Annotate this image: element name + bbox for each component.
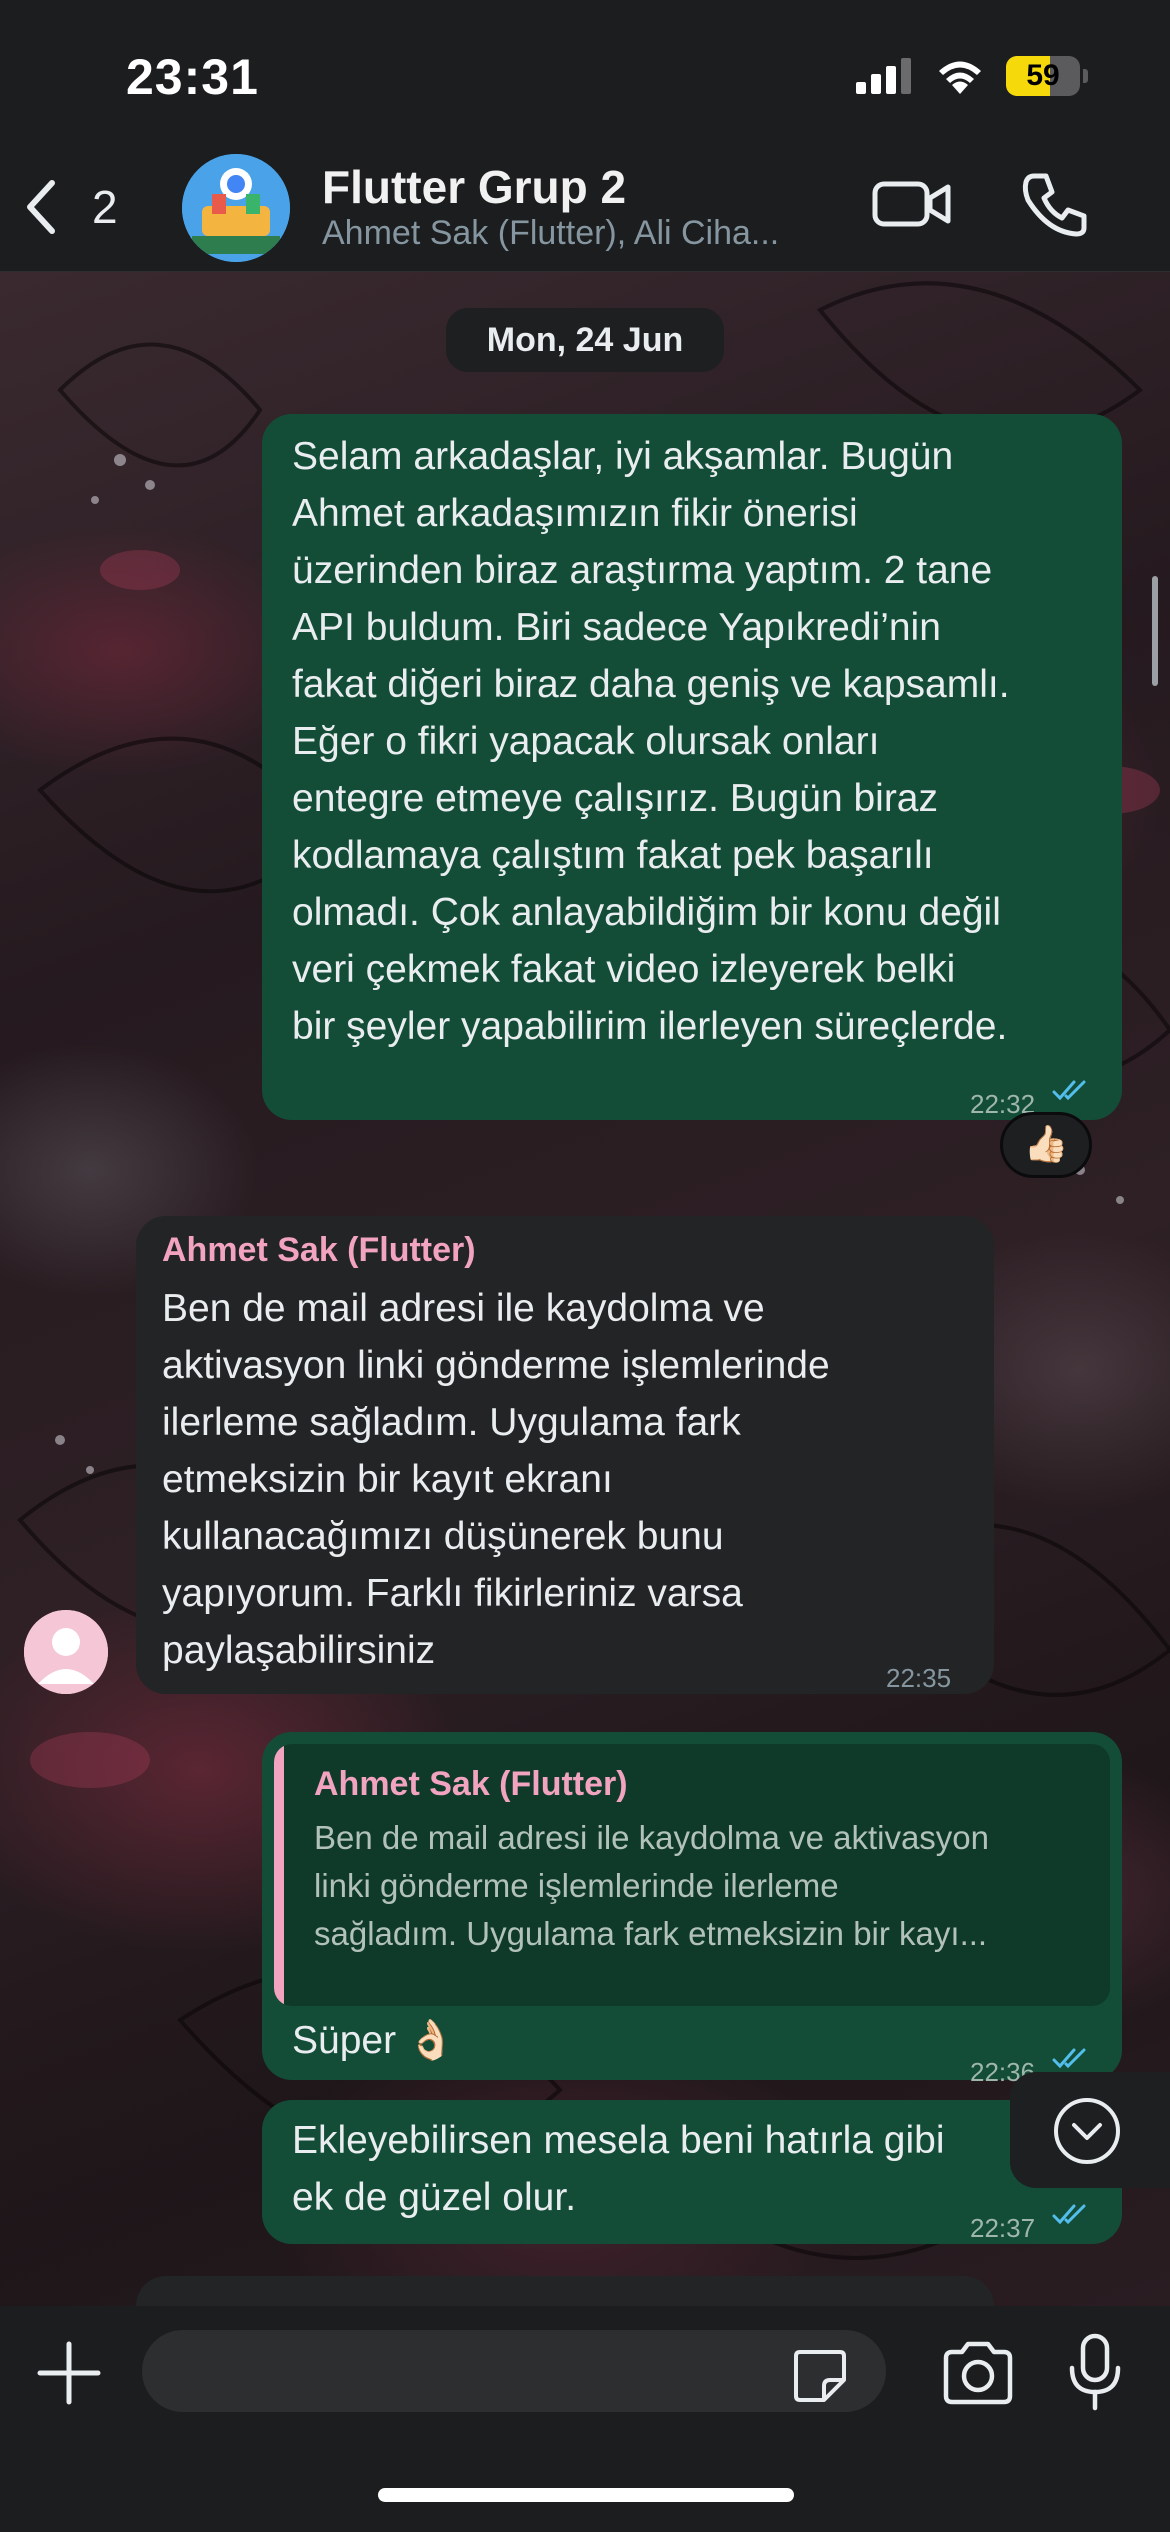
cellular-signal-icon xyxy=(856,58,911,94)
status-time: 23:31 xyxy=(126,49,259,105)
message-reaction[interactable]: 👍🏻 xyxy=(1000,1112,1092,1178)
group-avatar[interactable] xyxy=(182,154,290,262)
status-bar: 23:31 59 xyxy=(0,0,1170,150)
wifi-icon xyxy=(939,61,981,94)
scroll-to-bottom-button[interactable] xyxy=(1010,2072,1170,2188)
read-ticks-icon xyxy=(1052,1080,1086,1101)
chevron-left-icon xyxy=(27,180,55,234)
sender-name[interactable]: Ahmet Sak (Flutter) xyxy=(162,1228,966,1272)
quote-sender: Ahmet Sak (Flutter) xyxy=(314,1765,628,1803)
chevron-down-circle-icon xyxy=(1054,2098,1120,2164)
scroll-indicator xyxy=(1152,576,1158,686)
camera-icon[interactable] xyxy=(940,2338,1016,2408)
battery-level: 59 xyxy=(1026,59,1060,92)
home-indicator[interactable] xyxy=(378,2488,794,2502)
chat-header: 2 Flutter Grup 2 Ahmet Sak (Flutter), Al… xyxy=(0,150,1170,272)
message-text: Selam arkadaşlar, iyi akşamlar. Bugün Ah… xyxy=(292,435,1010,1048)
video-call-icon[interactable] xyxy=(872,174,952,234)
message-time: 22:35 xyxy=(886,1663,952,1693)
message-time: 22:37 xyxy=(970,2213,1036,2243)
group-name[interactable]: Flutter Grup 2 xyxy=(322,160,626,214)
plus-icon[interactable] xyxy=(34,2338,104,2408)
quote-text: Ben de mail adresi ile kaydolma ve aktiv… xyxy=(314,1819,990,1952)
unread-count: 2 xyxy=(92,181,118,233)
message-bubble-outgoing-reply[interactable]: Ahmet Sak (Flutter) Ben de mail adresi i… xyxy=(262,1732,1122,2087)
message-bubble-incoming[interactable]: Ahmet Sak (Flutter) Ben de mail adresi i… xyxy=(136,1216,994,1694)
back-button[interactable]: 2 xyxy=(20,172,140,242)
read-ticks-icon xyxy=(1052,2048,1086,2069)
quoted-message[interactable]: Ahmet Sak (Flutter) Ben de mail adresi i… xyxy=(274,1744,1110,2006)
message-text: Süper 👌🏻 xyxy=(292,2019,456,2062)
message-input[interactable] xyxy=(142,2330,886,2412)
person-icon xyxy=(24,1610,108,1694)
date-separator: Mon, 24 Jun xyxy=(446,308,724,372)
message-text: Ben de mail adresi ile kaydolma ve aktiv… xyxy=(162,1287,830,1672)
message-bubble-outgoing[interactable]: Selam arkadaşlar, iyi akşamlar. Bugün Ah… xyxy=(262,414,1122,1120)
battery-icon: 59 xyxy=(1006,56,1090,96)
group-avatar-image xyxy=(182,154,290,262)
sender-avatar[interactable] xyxy=(24,1610,108,1694)
group-members[interactable]: Ahmet Sak (Flutter), Ali Ciha... xyxy=(322,214,779,253)
message-bubble-outgoing[interactable]: Ekleyebilirsen mesela beni hatırla gibi … xyxy=(262,2100,1122,2244)
sticker-icon[interactable] xyxy=(790,2346,850,2406)
composer-bar xyxy=(0,2306,1170,2532)
read-ticks-icon xyxy=(1052,2204,1086,2225)
voice-call-icon[interactable] xyxy=(1020,170,1090,240)
quote-accent-bar xyxy=(274,1744,284,2006)
microphone-icon[interactable] xyxy=(1066,2332,1124,2412)
